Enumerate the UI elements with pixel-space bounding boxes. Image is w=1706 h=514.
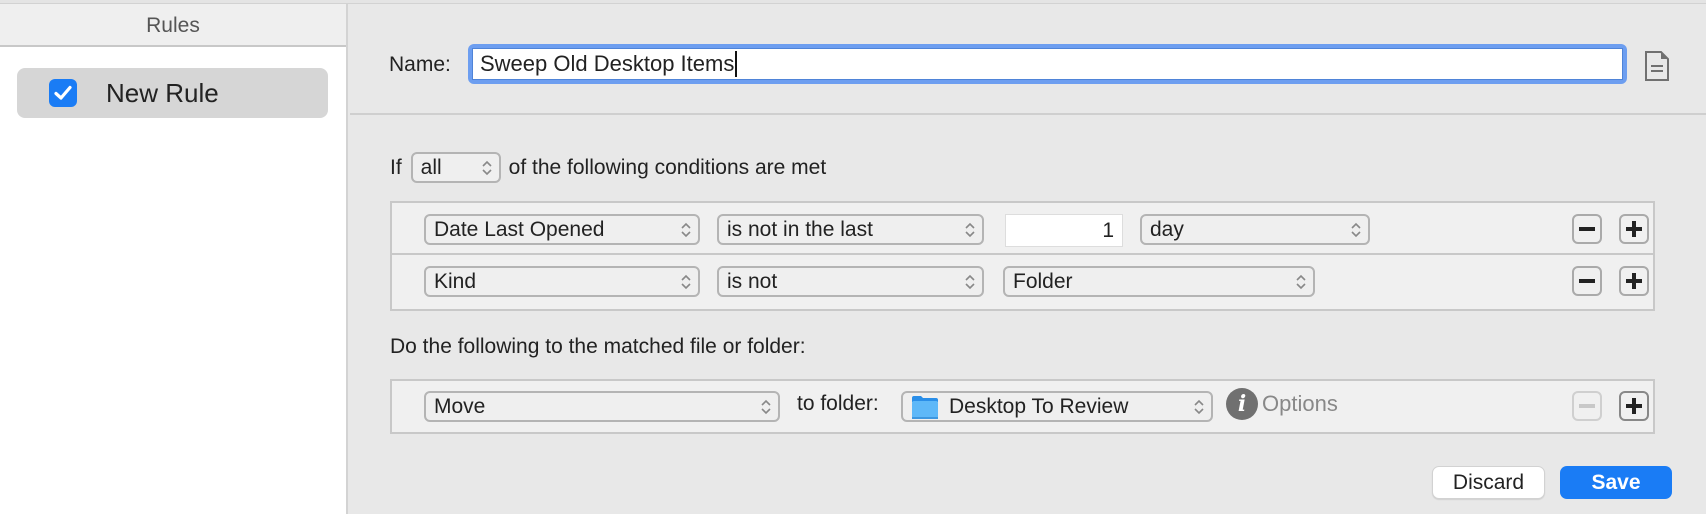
rule-enabled-checkbox[interactable]	[49, 79, 77, 107]
action-value: Move	[434, 394, 486, 418]
conditions-list: Date Last Opened is not in the last 1 da…	[390, 201, 1655, 311]
condition-attribute-popup[interactable]: Kind	[424, 266, 700, 297]
rule-label: New Rule	[106, 77, 219, 108]
conditions-suffix: of the following conditions are met	[508, 155, 827, 179]
condition-operator-value: is not in the last	[727, 217, 873, 241]
destination-folder: Desktop To Review	[911, 394, 1128, 420]
to-folder-label: to folder:	[797, 392, 879, 415]
name-section: Name: Sweep Old Desktop Items	[350, 4, 1706, 115]
minus-icon	[1579, 227, 1595, 231]
name-field-value: Sweep Old Desktop Items	[480, 51, 735, 76]
rules-sidebar: Rules New Rule	[0, 4, 348, 514]
add-condition-button[interactable]	[1619, 266, 1649, 296]
chevron-updown-icon	[681, 222, 691, 237]
actions-label: Do the following to the matched file or …	[390, 335, 806, 358]
condition-unit-value: day	[1150, 217, 1184, 241]
chevron-updown-icon	[482, 160, 492, 175]
options-button[interactable]: i Options	[1226, 388, 1338, 420]
text-caret	[735, 51, 738, 77]
conditions-header: If all of the following conditions are m…	[390, 152, 826, 183]
destination-folder-name: Desktop To Review	[949, 394, 1129, 418]
condition-row: Kind is not Folder	[392, 257, 1653, 309]
chevron-updown-icon	[965, 222, 975, 237]
chevron-updown-icon	[761, 399, 771, 414]
rule-list-item[interactable]: New Rule	[17, 68, 328, 118]
condition-attribute-value: Date Last Opened	[434, 217, 605, 241]
condition-value-field[interactable]: 1	[1005, 214, 1123, 247]
minus-icon	[1579, 404, 1595, 408]
sidebar-header: Rules	[0, 4, 346, 47]
name-field-focus-ring: Sweep Old Desktop Items	[468, 44, 1627, 84]
condition-row: Date Last Opened is not in the last 1 da…	[392, 203, 1653, 255]
action-popup[interactable]: Move	[424, 391, 780, 422]
condition-operator-popup[interactable]: is not in the last	[717, 214, 984, 245]
if-label: If	[390, 155, 402, 179]
plus-icon	[1626, 221, 1642, 237]
actions-list: Move to folder: Desktop To Review i Opti…	[390, 379, 1655, 434]
remove-condition-button[interactable]	[1572, 214, 1602, 244]
add-action-button[interactable]	[1619, 391, 1649, 421]
chevron-updown-icon	[1296, 274, 1306, 289]
plus-icon	[1626, 398, 1642, 414]
rule-editor: Name: Sweep Old Desktop Items If all of …	[350, 4, 1706, 514]
condition-attribute-value: Kind	[434, 269, 477, 293]
condition-attribute-popup[interactable]: Date Last Opened	[424, 214, 700, 245]
info-icon: i	[1226, 388, 1258, 420]
options-label: Options	[1262, 391, 1338, 416]
name-field[interactable]: Sweep Old Desktop Items	[472, 48, 1623, 80]
match-mode-popup[interactable]: all	[410, 152, 501, 183]
minus-icon	[1579, 279, 1595, 283]
match-mode-value: all	[420, 155, 442, 179]
plus-icon	[1626, 273, 1642, 289]
checkmark-icon	[54, 85, 72, 100]
name-label: Name:	[389, 53, 451, 76]
folder-icon	[912, 395, 938, 419]
chevron-updown-icon	[681, 274, 691, 289]
condition-operator-popup[interactable]: is not	[717, 266, 984, 297]
condition-unit-popup[interactable]: day	[1140, 214, 1370, 245]
discard-button[interactable]: Discard	[1432, 466, 1545, 499]
condition-operator-value: is not	[727, 269, 778, 293]
condition-value-popup[interactable]: Folder	[1003, 266, 1315, 297]
save-button[interactable]: Save	[1560, 466, 1672, 499]
remove-condition-button[interactable]	[1572, 266, 1602, 296]
chevron-updown-icon	[1351, 222, 1361, 237]
add-condition-button[interactable]	[1619, 214, 1649, 244]
destination-folder-popup[interactable]: Desktop To Review	[901, 391, 1213, 422]
document-icon[interactable]	[1643, 50, 1671, 82]
chevron-updown-icon	[965, 274, 975, 289]
condition-value-text: Folder	[1013, 269, 1073, 293]
remove-action-button[interactable]	[1572, 391, 1602, 421]
chevron-updown-icon	[1194, 399, 1204, 414]
